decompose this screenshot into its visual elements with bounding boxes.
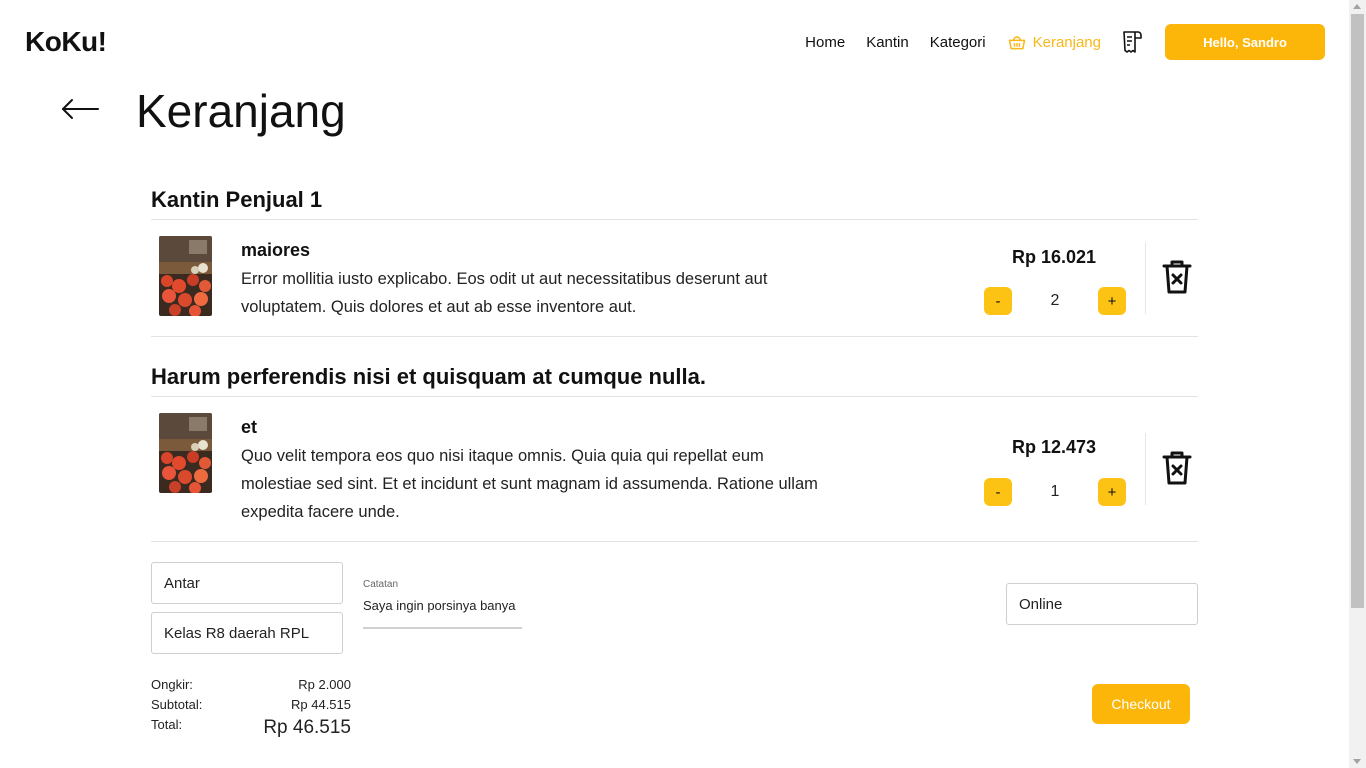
subtotal-value: Rp 44.515 xyxy=(291,697,351,712)
subtotal-label: Subtotal: xyxy=(151,697,203,712)
nav-home[interactable]: Home xyxy=(805,34,845,51)
quantity-value: 1 xyxy=(1050,483,1060,500)
receipt-icon xyxy=(1123,31,1142,53)
scroll-down-icon[interactable] xyxy=(1353,759,1361,764)
quantity-stepper: - 2 + xyxy=(984,287,1126,315)
shop-name: Harum perferendis nisi et quisquam at cu… xyxy=(151,361,1198,397)
ongkir-label: Ongkir: xyxy=(151,677,193,692)
total-value: Rp 46.515 xyxy=(263,717,351,738)
summary-row-total: Total: Rp 46.515 xyxy=(151,715,351,741)
cart-shop-group: Kantin Penjual 1 maiores Error mollitia … xyxy=(151,184,1198,337)
product-name: et xyxy=(241,417,258,437)
remove-item-button[interactable] xyxy=(1160,258,1194,301)
product-image xyxy=(159,413,212,493)
product-image xyxy=(159,236,212,316)
nav-keranjang-label: Keranjang xyxy=(1032,33,1101,51)
product-description: Quo velit tempora eos quo nisi itaque om… xyxy=(241,447,818,521)
product-name: maiores xyxy=(241,240,311,260)
page-title: Keranjang xyxy=(136,85,346,137)
trash-icon xyxy=(1162,451,1192,485)
product-description: Error mollitia iusto explicabo. Eos odit… xyxy=(241,270,768,316)
back-button[interactable] xyxy=(60,96,100,127)
product-price: Rp 16.021 xyxy=(1011,247,1097,267)
cart-item: maiores Error mollitia iusto explicabo. … xyxy=(151,220,1198,337)
nav-kategori[interactable]: Kategori xyxy=(930,34,986,51)
summary-row-subtotal: Subtotal: Rp 44.515 xyxy=(151,695,351,715)
divider xyxy=(1145,433,1146,505)
quantity-stepper: - 1 + xyxy=(984,478,1126,506)
remove-item-button[interactable] xyxy=(1160,449,1194,492)
increase-quantity-button[interactable]: + xyxy=(1098,478,1126,506)
quantity-value: 2 xyxy=(1050,292,1060,309)
vertical-scrollbar[interactable] xyxy=(1349,0,1366,768)
note-label: Catatan xyxy=(363,579,399,590)
brand-logo[interactable]: KoKu! xyxy=(25,26,107,58)
total-label: Total: xyxy=(151,717,183,732)
nav-orders[interactable] xyxy=(1121,30,1143,54)
delivery-location-field[interactable]: Kelas R8 daerah RPL xyxy=(151,612,343,654)
scroll-up-icon[interactable] xyxy=(1353,4,1361,9)
trash-icon xyxy=(1162,260,1192,294)
shop-name: Kantin Penjual 1 xyxy=(151,184,1198,220)
cart-item: et Quo velit tempora eos quo nisi itaque… xyxy=(151,397,1198,542)
scrollbar-thumb[interactable] xyxy=(1351,14,1364,608)
back-arrow-icon xyxy=(62,99,99,119)
delivery-method-select[interactable]: Antar xyxy=(151,562,343,604)
cart-shop-group: Harum perferendis nisi et quisquam at cu… xyxy=(151,361,1198,542)
note-input[interactable]: Saya ingin porsinya banya xyxy=(363,598,522,629)
nav-keranjang[interactable]: Keranjang xyxy=(1007,32,1101,52)
divider xyxy=(1145,242,1146,314)
product-price: Rp 12.473 xyxy=(1011,437,1097,457)
ongkir-value: Rp 2.000 xyxy=(298,677,351,692)
nav-kantin[interactable]: Kantin xyxy=(866,34,909,51)
basket-icon xyxy=(1008,36,1025,50)
summary-row-ongkir: Ongkir: Rp 2.000 xyxy=(151,675,351,695)
decrease-quantity-button[interactable]: - xyxy=(984,478,1012,506)
decrease-quantity-button[interactable]: - xyxy=(984,287,1012,315)
increase-quantity-button[interactable]: + xyxy=(1098,287,1126,315)
payment-method-select[interactable]: Online xyxy=(1006,583,1198,625)
checkout-button[interactable]: Checkout xyxy=(1092,684,1190,724)
user-greeting-button[interactable]: Hello, Sandro xyxy=(1165,24,1325,60)
main-nav: Home Kantin Kategori Keranjang Hello, Sa… xyxy=(805,24,1325,60)
order-summary: Ongkir: Rp 2.000 Subtotal: Rp 44.515 Tot… xyxy=(151,675,351,741)
